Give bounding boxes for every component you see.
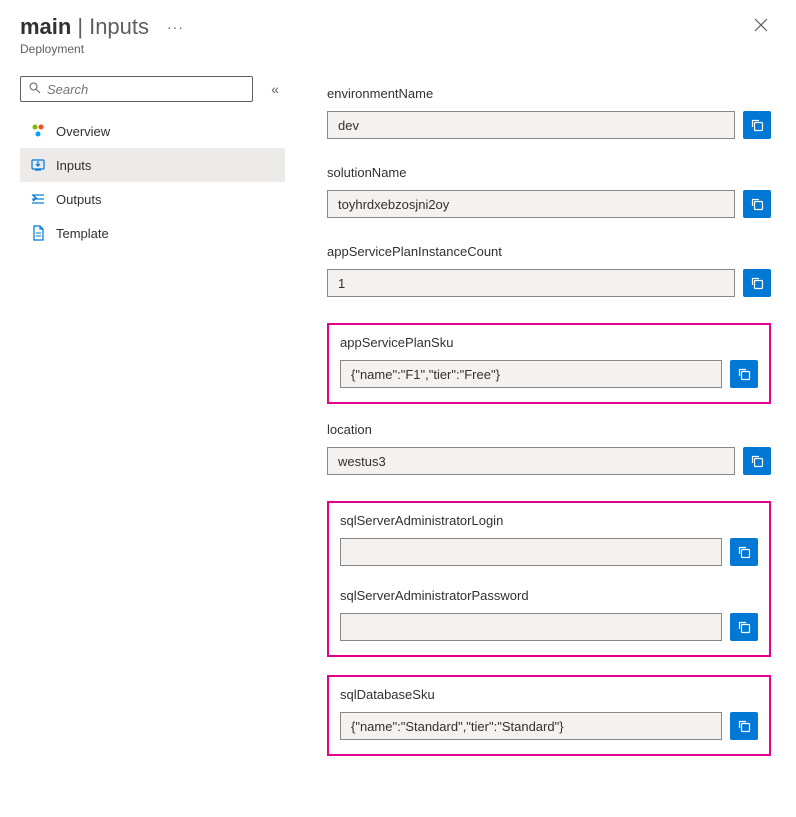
outputs-icon [30,191,46,207]
input-field-solutionName: solutionName toyhrdxebzosjni2oy [327,165,771,218]
title-sub: Inputs [89,14,149,40]
field-label: sqlServerAdministratorPassword [340,588,758,603]
copy-button[interactable] [743,111,771,139]
search-box[interactable] [20,76,253,102]
field-label: appServicePlanSku [340,335,758,350]
field-label: sqlServerAdministratorLogin [340,513,758,528]
field-value: toyhrdxebzosjni2oy [327,190,735,218]
field-value: {"name":"Standard","tier":"Standard"} [340,712,722,740]
copy-button[interactable] [743,447,771,475]
sidebar-item-overview[interactable]: Overview [20,114,285,148]
highlight-group-2: sqlServerAdministratorLogin sqlServerAdm… [327,501,771,657]
search-icon [29,82,41,97]
highlight-group-1: appServicePlanSku {"name":"F1","tier":"F… [327,323,771,404]
sidebar-item-label: Inputs [56,158,91,173]
field-label: solutionName [327,165,771,180]
input-field-appServicePlanInstanceCount: appServicePlanInstanceCount 1 [327,244,771,297]
sidebar-item-label: Template [56,226,109,241]
copy-button[interactable] [730,712,758,740]
input-field-environmentName: environmentName dev [327,86,771,139]
input-field-appServicePlanSku: appServicePlanSku {"name":"F1","tier":"F… [340,335,758,388]
input-field-location: location westus3 [327,422,771,475]
close-button[interactable] [746,14,776,40]
highlight-group-3: sqlDatabaseSku {"name":"Standard","tier"… [327,675,771,756]
overview-icon [30,123,46,139]
sidebar-item-label: Outputs [56,192,102,207]
field-value: 1 [327,269,735,297]
field-value: westus3 [327,447,735,475]
sidebar-item-inputs[interactable]: Inputs [20,148,285,182]
more-actions-button[interactable]: ··· [167,19,184,35]
copy-icon [750,276,764,290]
field-label: environmentName [327,86,771,101]
sidebar-item-label: Overview [56,124,110,139]
close-icon [754,18,768,32]
input-field-sqlServerAdministratorLogin: sqlServerAdministratorLogin [340,513,758,566]
copy-icon [750,454,764,468]
breadcrumb: Deployment [20,42,184,56]
copy-button[interactable] [730,360,758,388]
inputs-icon [30,157,46,173]
copy-icon [737,620,751,634]
nav-list: Overview Inputs Outputs Template [20,114,285,250]
copy-icon [737,545,751,559]
field-label: location [327,422,771,437]
page-header: main | Inputs ··· Deployment [0,0,796,58]
title-main: main [20,14,71,40]
template-icon [30,225,46,241]
copy-button[interactable] [730,538,758,566]
title-divider: | [77,14,83,40]
field-value [340,538,722,566]
field-value: {"name":"F1","tier":"Free"} [340,360,722,388]
page-title: main | Inputs ··· [20,14,184,40]
field-label: appServicePlanInstanceCount [327,244,771,259]
sidebar-item-template[interactable]: Template [20,216,285,250]
collapse-sidebar-button[interactable]: « [265,79,285,99]
copy-icon [737,367,751,381]
sidebar-item-outputs[interactable]: Outputs [20,182,285,216]
inputs-panel: environmentName dev solutionName toyhrdx… [285,58,796,794]
copy-icon [750,197,764,211]
field-value [340,613,722,641]
copy-icon [750,118,764,132]
sidebar: « Overview Inputs Outputs [0,58,285,794]
input-field-sqlDatabaseSku: sqlDatabaseSku {"name":"Standard","tier"… [340,687,758,740]
copy-icon [737,719,751,733]
field-label: sqlDatabaseSku [340,687,758,702]
field-value: dev [327,111,735,139]
search-input[interactable] [47,82,244,97]
copy-button[interactable] [743,269,771,297]
input-field-sqlServerAdministratorPassword: sqlServerAdministratorPassword [340,588,758,641]
copy-button[interactable] [743,190,771,218]
copy-button[interactable] [730,613,758,641]
